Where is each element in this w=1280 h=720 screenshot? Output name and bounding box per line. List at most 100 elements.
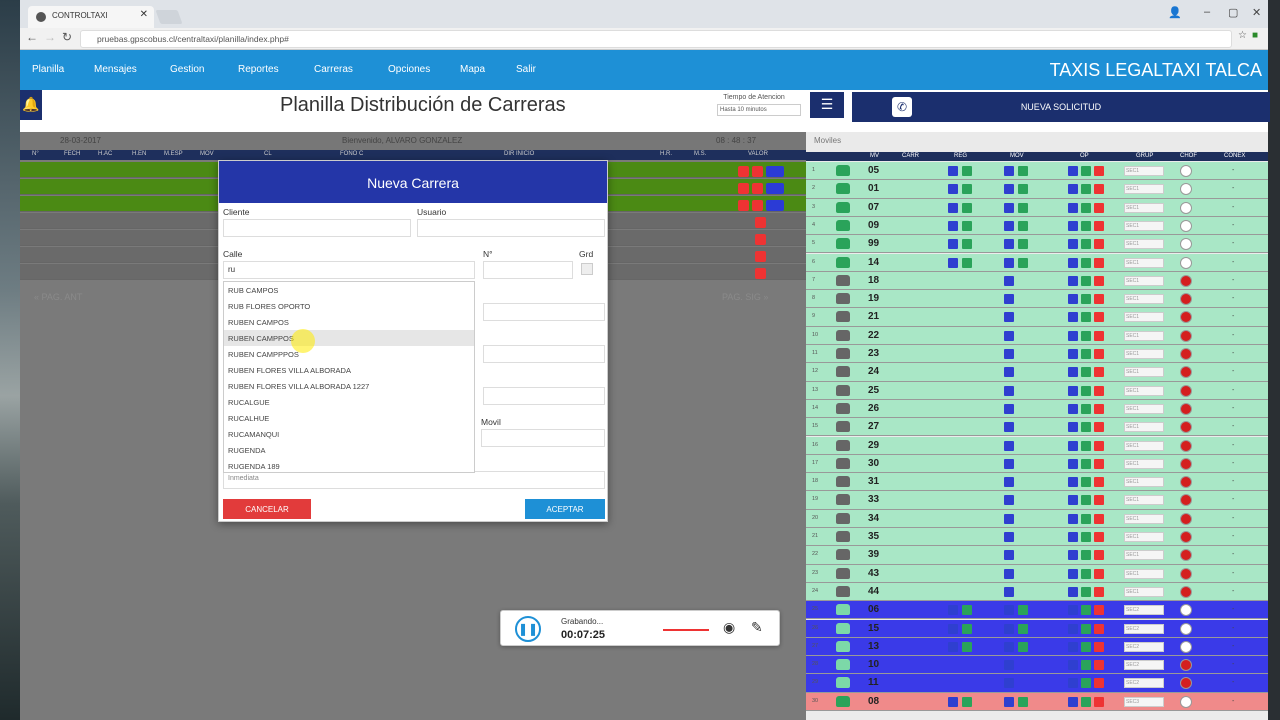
op-refresh-icon[interactable]	[1081, 641, 1091, 652]
op-refresh-icon[interactable]	[1081, 239, 1091, 250]
op-alert-icon[interactable]	[1094, 220, 1104, 231]
extension-icon[interactable]: ■	[1252, 30, 1258, 41]
group-select[interactable]: SEC1	[1124, 422, 1164, 433]
group-select[interactable]: SEC1	[1124, 367, 1164, 378]
op-alert-icon[interactable]	[1094, 477, 1104, 488]
edit-icon[interactable]	[755, 217, 766, 228]
op-alert-icon[interactable]	[1094, 330, 1104, 341]
driver-icon[interactable]	[1180, 238, 1192, 251]
group-select[interactable]: SEC1	[1124, 349, 1164, 359]
movil-row[interactable]: 2 01 SEC1 -	[806, 180, 1268, 199]
op-alert-icon[interactable]	[1094, 440, 1104, 451]
next-page-link[interactable]: PAG. SIG »	[722, 292, 768, 302]
driver-icon[interactable]	[1180, 567, 1192, 580]
op-info-icon[interactable]	[1068, 440, 1078, 451]
driver-icon[interactable]	[1180, 457, 1192, 470]
op-refresh-icon[interactable]	[1081, 422, 1091, 433]
op-info-icon[interactable]	[1068, 568, 1078, 579]
op-info-icon[interactable]	[1068, 660, 1078, 671]
movil-row[interactable]: 16 29 SEC1 -	[806, 436, 1268, 455]
suggestion-item[interactable]: RUBEN CAMPPPOS	[224, 346, 474, 362]
op-alert-icon[interactable]	[1094, 385, 1104, 396]
reg-car-icon[interactable]	[962, 257, 972, 268]
movil-row[interactable]: 18 31 SEC1 -	[806, 473, 1268, 492]
group-select[interactable]: SEC2	[1124, 678, 1164, 689]
accept-button[interactable]: ACEPTAR	[525, 499, 605, 519]
group-select[interactable]: SEC1	[1124, 312, 1164, 323]
op-info-icon[interactable]	[1068, 678, 1078, 689]
movil-row[interactable]: 21 35 SEC1 -	[806, 528, 1268, 547]
taxi-icon[interactable]	[766, 200, 784, 211]
address-bar[interactable]: pruebas.gpscobus.cl/centraltaxi/planilla…	[80, 30, 1232, 48]
op-refresh-icon[interactable]	[1081, 202, 1091, 213]
nav-opciones[interactable]: Opciones	[388, 64, 430, 75]
op-refresh-icon[interactable]	[1081, 312, 1091, 323]
op-info-icon[interactable]	[1068, 367, 1078, 378]
driver-icon[interactable]	[1180, 421, 1192, 434]
movil-row[interactable]: 12 24 SEC1 -	[806, 363, 1268, 382]
mov-user-icon[interactable]	[1004, 440, 1014, 451]
op-info-icon[interactable]	[1068, 385, 1078, 396]
suggestion-item[interactable]: RUGENDA	[224, 442, 474, 458]
op-refresh-icon[interactable]	[1081, 696, 1091, 707]
suggestion-item[interactable]: RUB CAMPOS	[224, 282, 474, 298]
op-info-icon[interactable]	[1068, 294, 1078, 305]
op-refresh-icon[interactable]	[1081, 349, 1091, 359]
op-info-icon[interactable]	[1068, 550, 1078, 561]
edit-icon[interactable]	[755, 268, 766, 279]
driver-icon[interactable]	[1180, 476, 1192, 489]
op-info-icon[interactable]	[1068, 586, 1078, 597]
mov-user-icon[interactable]	[1004, 696, 1014, 707]
back-icon[interactable]: ←	[26, 30, 38, 44]
field-input[interactable]	[483, 387, 605, 405]
reg-user-icon[interactable]	[948, 605, 958, 616]
mov-user-icon[interactable]	[1004, 623, 1014, 634]
op-alert-icon[interactable]	[1094, 641, 1104, 652]
driver-icon[interactable]	[1180, 329, 1192, 342]
movil-row[interactable]: 30 08 SEC3 -	[806, 692, 1268, 711]
mov-user-icon[interactable]	[1004, 294, 1014, 305]
op-info-icon[interactable]	[1068, 330, 1078, 341]
prev-page-link[interactable]: « PAG. ANT	[34, 292, 82, 302]
op-info-icon[interactable]	[1068, 275, 1078, 286]
mov-status-icon[interactable]	[1018, 605, 1028, 616]
reg-user-icon[interactable]	[948, 239, 958, 250]
driver-icon[interactable]	[1180, 695, 1192, 708]
mov-user-icon[interactable]	[1004, 568, 1014, 579]
driver-icon[interactable]	[1180, 531, 1192, 543]
suggestion-item[interactable]: RUGENDA 189	[224, 458, 474, 474]
reg-user-icon[interactable]	[948, 202, 958, 213]
edit-icon[interactable]	[738, 200, 749, 211]
group-select[interactable]: SEC1	[1124, 440, 1164, 451]
op-info-icon[interactable]	[1068, 458, 1078, 469]
op-info-icon[interactable]	[1068, 532, 1078, 542]
driver-icon[interactable]	[1180, 677, 1192, 690]
driver-icon[interactable]	[1180, 604, 1192, 617]
driver-icon[interactable]	[1180, 183, 1192, 196]
driver-icon[interactable]	[1180, 622, 1192, 635]
suggestion-item[interactable]: RUBEN CAMPOS	[224, 314, 474, 330]
movil-row[interactable]: 7 18 SEC1 -	[806, 271, 1268, 291]
suggestion-item[interactable]: RUBEN FLORES VILLA ALBORADA	[224, 362, 474, 378]
op-refresh-icon[interactable]	[1081, 367, 1091, 378]
op-alert-icon[interactable]	[1094, 532, 1104, 542]
driver-icon[interactable]	[1180, 640, 1192, 653]
webcam-icon[interactable]: ◉	[723, 619, 735, 636]
mov-status-icon[interactable]	[1018, 257, 1028, 268]
movil-row[interactable]: 1 05 SEC1 -	[806, 162, 1268, 181]
op-alert-icon[interactable]	[1094, 422, 1104, 433]
mov-user-icon[interactable]	[1004, 239, 1014, 250]
reg-car-icon[interactable]	[962, 623, 972, 634]
group-select[interactable]: SEC1	[1124, 513, 1164, 524]
nav-planilla[interactable]: Planilla	[32, 64, 64, 75]
group-select[interactable]: SEC2	[1124, 623, 1164, 634]
group-select[interactable]: SEC1	[1124, 550, 1164, 561]
movil-row[interactable]: 11 23 SEC1 -	[806, 345, 1268, 364]
suggestion-item[interactable]: RUCALHUE	[224, 410, 474, 426]
calle-input[interactable]: ru	[223, 261, 475, 279]
op-refresh-icon[interactable]	[1081, 660, 1091, 671]
group-select[interactable]: SEC1	[1124, 458, 1164, 469]
taxi-icon[interactable]	[766, 166, 784, 177]
mov-status-icon[interactable]	[1018, 202, 1028, 213]
op-info-icon[interactable]	[1068, 477, 1078, 488]
